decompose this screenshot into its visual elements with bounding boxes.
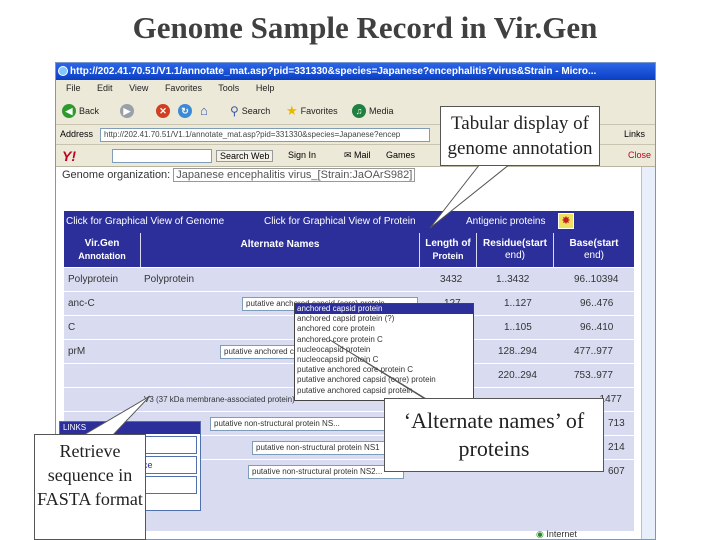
retrieve-callout: Retrieve sequence in FASTA format bbox=[34, 434, 146, 540]
tabular-pointer bbox=[429, 163, 512, 229]
slide: Genome Sample Record in Vir.Gen http://2… bbox=[0, 0, 720, 540]
retrieve-pointer bbox=[80, 395, 151, 437]
alternate-names-callout: ‘Alternate names’ of proteins bbox=[384, 398, 604, 472]
tabular-callout: Tabular display of genome annotation bbox=[440, 106, 600, 166]
